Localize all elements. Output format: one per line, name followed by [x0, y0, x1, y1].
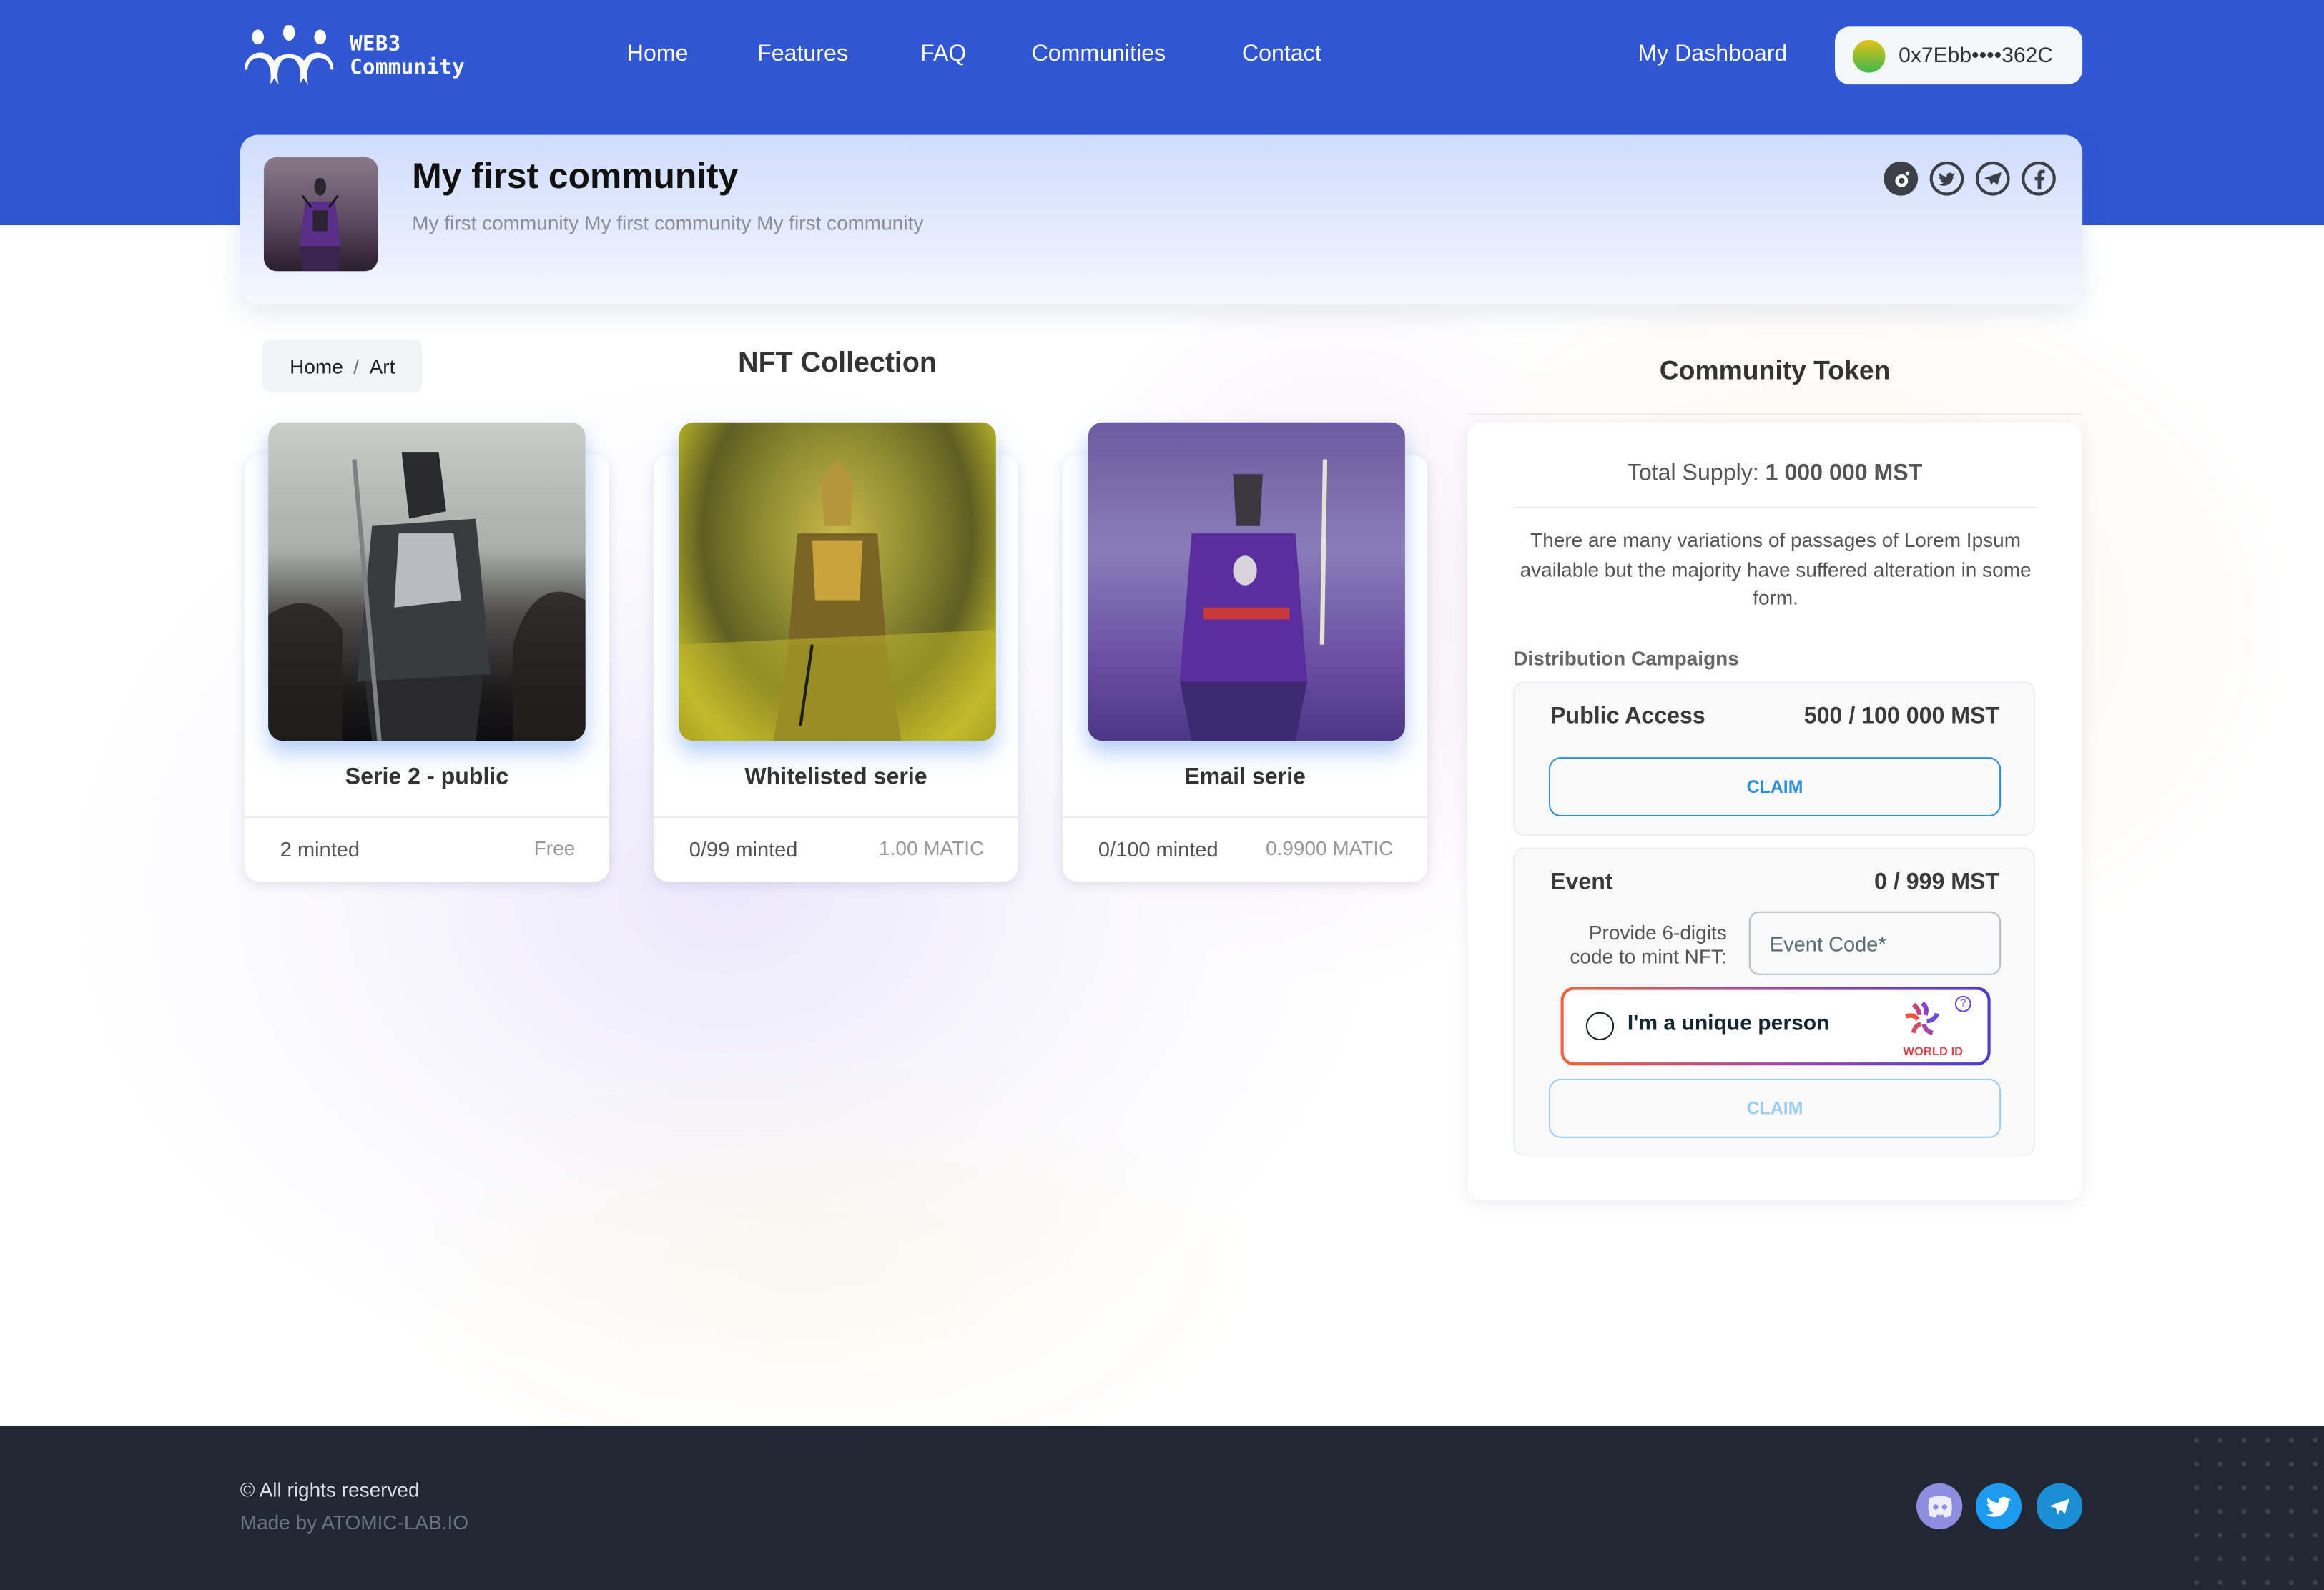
copyright: © All rights reserved — [240, 1478, 420, 1501]
nft-price: 0.9900 MATIC — [1265, 837, 1394, 860]
nft-card-title: Serie 2 - public — [345, 764, 509, 790]
community-avatar — [263, 157, 378, 272]
logo[interactable]: WEB3 Community — [240, 25, 492, 87]
event-code-prompt: Provide 6-digits code to mint NFT: — [1570, 922, 1727, 968]
nft-minted-count: 2 minted — [280, 837, 360, 861]
campaign-amount: 0 / 999 MST — [1874, 869, 2000, 895]
help-icon[interactable]: ? — [1954, 995, 1971, 1012]
world-id-brand: WORLD ID — [1903, 1045, 1964, 1058]
community-token-card: Total Supply: 1 000 000 MST There are ma… — [1467, 422, 2083, 1200]
page: WEB3 Community Home Features FAQ Communi… — [0, 0, 2324, 1590]
divider — [654, 816, 1018, 819]
community-description: My first community My first community My… — [412, 212, 924, 234]
campaign-amount: 500 / 100 000 MST — [1803, 703, 2000, 729]
nft-image-email[interactable] — [1088, 422, 1405, 741]
world-id-widget[interactable]: I'm a unique person ? WORLD ID — [1560, 987, 1991, 1066]
telegram-icon[interactable] — [1975, 161, 2010, 196]
my-dashboard-link[interactable]: My Dashboard — [1638, 41, 1787, 68]
wallet-button[interactable]: 0x7Ebb••••362C — [1835, 26, 2083, 85]
nft-collection-title: NFT Collection — [738, 348, 937, 380]
nav-faq-link[interactable]: FAQ — [920, 41, 966, 68]
wallet-avatar-icon — [1852, 39, 1886, 72]
samurai-image — [263, 157, 378, 272]
total-supply: Total Supply: 1 000 000 MST — [1467, 461, 2082, 488]
nav-contact-link[interactable]: Contact — [1242, 41, 1321, 68]
divider — [1063, 816, 1428, 819]
nft-image-serie2[interactable] — [268, 422, 586, 741]
campaign-name: Event — [1550, 869, 1613, 895]
divider — [244, 816, 609, 819]
nft-card-title: Email serie — [1184, 764, 1306, 790]
divider — [1467, 413, 2083, 415]
nft-price: Free — [533, 837, 576, 860]
nft-minted-count: 0/99 minted — [689, 837, 798, 861]
logo-line2: Community — [350, 56, 466, 80]
logo-line1: WEB3 — [350, 32, 401, 56]
world-id-label: I'm a unique person — [1627, 1012, 1830, 1036]
telegram-icon[interactable] — [2036, 1483, 2083, 1530]
nav-home-link[interactable]: Home — [627, 41, 689, 68]
discord-icon[interactable] — [1916, 1483, 1963, 1530]
community-header-card: My first community My first community My… — [240, 134, 2083, 304]
event-code-input[interactable] — [1748, 911, 2002, 975]
twitter-icon[interactable] — [1975, 1483, 2022, 1530]
nav-features-link[interactable]: Features — [757, 41, 848, 68]
nav-features[interactable]: Features — [757, 41, 848, 68]
distribution-campaigns-label: Distribution Campaigns — [1513, 647, 1739, 670]
community-logo-icon — [244, 25, 334, 85]
token-description: There are many variations of passages of… — [1520, 528, 2032, 609]
background-glow — [370, 1037, 1260, 1482]
logo-text: WEB3 Community — [350, 33, 465, 80]
wallet-address: 0x7Ebb••••362C — [1899, 44, 2054, 68]
nft-image-whitelisted[interactable] — [679, 422, 996, 741]
community-social-links — [1884, 161, 2056, 196]
claim-button[interactable]: CLAIM — [1548, 757, 2002, 817]
nav-home[interactable]: Home — [627, 41, 689, 68]
nft-card-title: Whitelisted serie — [744, 764, 927, 790]
nav-communities-link[interactable]: Communities — [1032, 41, 1166, 68]
decorative-dots — [2178, 1425, 2324, 1590]
community-title: My first community — [412, 157, 739, 197]
nav-faq[interactable]: FAQ — [920, 41, 966, 68]
divider — [1515, 506, 2037, 508]
nft-price: 1.00 MATIC — [879, 837, 985, 860]
twitter-icon[interactable] — [1929, 161, 1964, 196]
breadcrumb-home[interactable]: Home — [290, 355, 343, 377]
claim-button-disabled[interactable]: CLAIM — [1548, 1078, 2002, 1138]
total-supply-value: 1 000 000 MST — [1765, 460, 1923, 486]
total-supply-label: Total Supply: — [1627, 460, 1759, 486]
nav-communities[interactable]: Communities — [1032, 41, 1166, 68]
world-id-checkbox[interactable] — [1585, 1012, 1615, 1041]
community-token-title: Community Token — [1659, 355, 1891, 385]
nav-contact[interactable]: Contact — [1242, 41, 1321, 68]
world-id-logo-icon — [1905, 1001, 1939, 1035]
breadcrumb: Home / Art — [262, 339, 423, 393]
breadcrumb-separator: / — [353, 355, 360, 377]
made-by-link[interactable]: Made by ATOMIC-LAB.IO — [240, 1511, 468, 1534]
campaign-event: Event 0 / 999 MST Provide 6-digits code … — [1513, 847, 2035, 1156]
facebook-icon[interactable] — [2022, 161, 2056, 196]
campaign-name: Public Access — [1550, 703, 1705, 729]
breadcrumb-art[interactable]: Art — [370, 355, 395, 377]
campaign-public-access: Public Access 500 / 100 000 MST CLAIM — [1513, 681, 2035, 836]
nft-minted-count: 0/100 minted — [1098, 837, 1218, 861]
reddit-icon[interactable] — [1884, 161, 1919, 196]
